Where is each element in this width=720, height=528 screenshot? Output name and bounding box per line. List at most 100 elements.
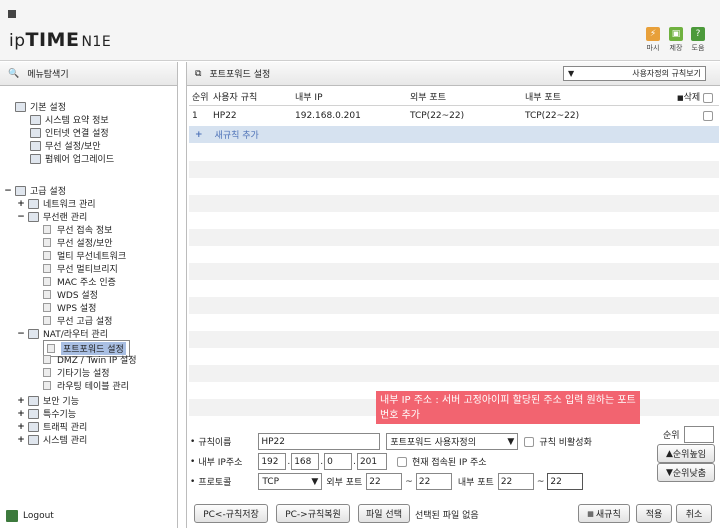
tree-subitem[interactable]: WPS 설정	[43, 301, 96, 314]
rule-name-row: • 규칙이름 HP22 포트포워드 사용자정의 ▼ 규칙 비활성화	[190, 433, 592, 450]
rank-down-button[interactable]: ▼ 순위낮춤	[657, 463, 715, 482]
cell-ext-port: TCP(22~22)	[410, 111, 465, 121]
tree-item-system[interactable]: + 시스템 관리	[17, 433, 87, 446]
restore-rules-from-pc-button[interactable]: PC->규칙복원	[276, 504, 350, 523]
tree-item-label: 특수기능	[43, 410, 77, 420]
tree-item-label: 기타기능 설정	[57, 369, 110, 379]
tree-item-network[interactable]: + 네트워크 관리	[17, 197, 96, 210]
expand-icon[interactable]: +	[17, 199, 25, 209]
file-select-button[interactable]: 파일 선택	[358, 504, 410, 523]
bullet: •	[190, 476, 196, 487]
add-rule-row[interactable]: + 새규칙 추가	[189, 126, 719, 143]
tree-subitem[interactable]: 무선 설정/보안	[43, 236, 113, 249]
ext-port-to-input[interactable]: 22	[415, 473, 452, 490]
rule-type-select[interactable]: 포트포워드 사용자정의 ▼	[386, 433, 519, 450]
ip-octet-2[interactable]: 168	[291, 453, 320, 470]
trash-icon: ■	[676, 94, 684, 102]
collapse-icon[interactable]: −	[17, 212, 25, 222]
tree-group-advanced[interactable]: − 고급 설정	[4, 184, 66, 197]
cancel-button[interactable]: 취소	[676, 504, 712, 523]
rule-name-input[interactable]: HP22	[258, 433, 381, 450]
select-arrow-icon: ▼	[507, 436, 515, 447]
select-arrow-icon: ▼	[568, 69, 575, 78]
int-port-to-input[interactable]: 22	[547, 473, 584, 490]
tree-group-label: 고급 설정	[30, 187, 66, 197]
empty-row	[189, 365, 719, 382]
tree-subitem[interactable]: WDS 설정	[43, 288, 98, 301]
tree-item-special[interactable]: + 특수기능	[17, 407, 76, 420]
tree-subitem[interactable]: 멀티 무선네트워크	[43, 249, 126, 262]
rank-up-button[interactable]: ▲ 순위높임	[657, 444, 715, 463]
header-bolt-button[interactable]: ⚡ 마시	[643, 27, 663, 53]
tree-item-label: 시스템 관리	[43, 436, 88, 446]
tree-group-label: 기본 설정	[30, 103, 66, 113]
new-rule-button[interactable]: ▦ 새규칙	[578, 504, 630, 523]
tree-item-firmware[interactable]: 펌웨어 업그레이드	[30, 152, 114, 165]
ip-octet-4[interactable]: 201	[356, 453, 387, 470]
disable-rule-checkbox[interactable]	[524, 436, 535, 447]
tree-item-label: 무선 접속 정보	[57, 226, 113, 236]
sidebar-title: 메뉴탐색기	[27, 70, 69, 80]
logout-icon	[6, 510, 18, 522]
col-internal-port: 내부 포트	[525, 93, 561, 103]
tree-group-basic[interactable]: 기본 설정	[15, 100, 66, 113]
page-title: 포트포워드 설정	[209, 70, 271, 80]
col-user-rule: 사용자 규칙	[213, 93, 258, 103]
annotation-tooltip: 내부 IP 주소 : 서버 고정아이피 할당된 주소 입력 원하는 포트 번호 …	[376, 391, 640, 424]
row-delete-checkbox[interactable]	[703, 110, 713, 121]
tree-subitem[interactable]: 무선 멀티브리지	[43, 262, 118, 275]
tree-item-label: 펌웨어 업그레이드	[45, 155, 115, 165]
protocol-select[interactable]: TCP ▼	[258, 473, 323, 490]
ext-port-from-input[interactable]: 22	[366, 473, 403, 490]
current-ip-checkbox[interactable]	[396, 456, 407, 467]
tree-item-wireless-basic[interactable]: 무선 설정/보안	[30, 139, 101, 152]
select-all-checkbox[interactable]	[703, 92, 713, 103]
collapse-icon[interactable]: −	[4, 186, 12, 196]
tree-subitem[interactable]: DMZ / Twin IP 설정	[43, 353, 137, 366]
wifi-icon	[30, 140, 41, 151]
page-icon	[43, 381, 51, 390]
table-row[interactable]: 1 HP22 192.168.0.201 TCP(22~22) TCP(22~2…	[189, 106, 719, 126]
tree-item-label: 네트워크 관리	[43, 200, 96, 210]
rule-name-label: 규칙이름	[198, 438, 232, 448]
expand-icon[interactable]: +	[17, 409, 25, 419]
collapse-icon[interactable]: −	[17, 329, 25, 339]
expand-icon[interactable]: +	[17, 396, 25, 406]
tree-item-label: 무선 설정/보안	[57, 239, 113, 249]
tree-item-nat[interactable]: − NAT/라우터 관리	[17, 327, 108, 340]
rank-label: 순위	[663, 431, 680, 441]
rank-up-label: 순위높임	[672, 450, 707, 460]
int-port-from-input[interactable]: 22	[497, 473, 534, 490]
tree-item-traffic[interactable]: + 트래픽 관리	[17, 420, 87, 433]
page-icon	[43, 303, 51, 312]
plus-icon: +	[195, 129, 203, 140]
ip-octet-1[interactable]: 192	[258, 453, 287, 470]
rule-view-select[interactable]: ▼ 사용자정의 규칙보기	[563, 66, 706, 81]
tree-item-label: 무선 멀티브리지	[57, 265, 118, 275]
save-rules-to-pc-button[interactable]: PC<-규칙저장	[194, 504, 268, 523]
ip-octet-3[interactable]: 0	[324, 453, 353, 470]
rank-input[interactable]	[683, 426, 714, 443]
tree-item-wireless[interactable]: − 무선랜 관리	[17, 210, 87, 223]
tree-subitem[interactable]: 무선 고급 설정	[43, 314, 112, 327]
tree-item-system-summary[interactable]: 시스템 요약 정보	[30, 113, 109, 126]
empty-row	[189, 229, 719, 246]
wifi-icon	[28, 211, 39, 222]
tree-item-internet[interactable]: 인터넷 연결 설정	[30, 126, 109, 139]
tree-item-security[interactable]: + 보안 기능	[17, 394, 79, 407]
expand-icon[interactable]: +	[17, 422, 25, 432]
header-save-button[interactable]: ▣ 제장	[666, 27, 686, 53]
grid-icon: ▦	[587, 509, 594, 518]
header-help-button[interactable]: ? 도움	[688, 27, 708, 53]
chart-icon	[30, 114, 41, 125]
tree-subitem[interactable]: MAC 주소 인증	[43, 275, 116, 288]
tree-item-label: 보안 기능	[43, 397, 79, 407]
header: ipTIME N1E ⚡ 마시 ▣ 제장 ? 도움	[0, 0, 720, 61]
tree-subitem[interactable]: 무선 접속 정보	[43, 223, 112, 236]
logout-link[interactable]: Logout	[6, 510, 54, 522]
tree-subitem[interactable]: 라우팅 테이블 관리	[43, 379, 129, 392]
header-button-label: 마시	[646, 44, 660, 52]
tree-subitem[interactable]: 기타기능 설정	[43, 366, 110, 379]
apply-button[interactable]: 적용	[636, 504, 672, 523]
expand-icon[interactable]: +	[17, 435, 25, 445]
